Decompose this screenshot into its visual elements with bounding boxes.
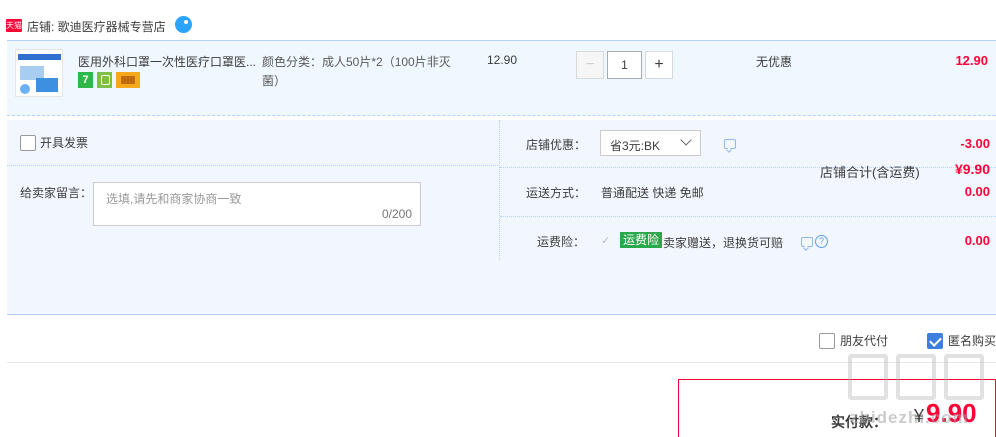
left-options: 开具发票 给卖家留言： 选填,请先和商家协商一致 0/200 [7, 120, 500, 260]
friend-pay-option[interactable]: 朋友代付 [819, 332, 888, 349]
insurance-amount: 0.00 [964, 233, 990, 248]
seller-message-input[interactable]: 选填,请先和商家协商一致 0/200 [93, 182, 421, 226]
quantity-stepper: − + [576, 51, 673, 79]
quantity-plus-button[interactable]: + [645, 51, 673, 79]
item-discount: 无优惠 [756, 55, 793, 69]
shop-discount-amount: -3.00 [960, 136, 990, 151]
invoice-checkbox[interactable] [20, 134, 36, 151]
chevron-down-icon [680, 134, 692, 146]
order-options-panel: 开具发票 给卖家留言： 选填,请先和商家协商一致 0/200 店铺优惠： 省3元… [7, 120, 996, 315]
yen-symbol: ¥ [914, 406, 925, 426]
shipping-method: 普通配送 快递 免邮 [601, 186, 704, 200]
wangwang-chat-icon[interactable] [175, 16, 192, 33]
quantity-minus-button[interactable]: − [576, 51, 604, 79]
shop-discount-row: 店铺优惠： 省3元:BK -3.00 [500, 120, 996, 168]
guarantee-icon[interactable] [97, 72, 112, 88]
shipping-row: 运送方式： 普通配送 快递 免邮 0.00 [500, 168, 996, 217]
invoice-option[interactable]: 开具发票 [20, 134, 88, 151]
insurance-tag: 运费险 [620, 232, 663, 248]
shop-discount-value: 省3元:BK [610, 139, 661, 153]
actual-pay-label: 实付款： [831, 414, 887, 430]
shop-discount-select[interactable]: 省3元:BK [600, 130, 701, 156]
insurance-label: 运费险： [537, 235, 586, 249]
footer-divider [7, 362, 996, 363]
order-item-row: 医用外科口罩一次性医疗口罩医... 7 颜色分类：成人50片*2（100片非灭菌… [7, 40, 996, 116]
friend-pay-checkbox[interactable] [819, 332, 835, 349]
insurance-row: 运费险： ✓ 运费险 卖家赠送，退换货可赔 ? 0.00 [500, 217, 996, 264]
anonymous-buy-checkbox[interactable] [927, 332, 943, 349]
quantity-input[interactable] [607, 51, 642, 79]
message-icon[interactable] [801, 237, 813, 247]
anonymous-buy-label: 匿名购买 [948, 334, 996, 348]
item-sku: 颜色分类：成人50片*2（100片非灭菌） [262, 55, 451, 88]
insurance-description: 卖家赠送，退换货可赔 [663, 236, 784, 250]
message-label: 给卖家留言： [20, 186, 93, 200]
item-thumbnail[interactable] [15, 49, 63, 97]
item-unit-price: 12.90 [487, 53, 518, 67]
shop-discount-label: 店铺优惠： [526, 138, 587, 152]
payment-summary-box: 实付款： ¥9.90 [678, 379, 996, 437]
friend-pay-label: 朋友代付 [840, 334, 889, 348]
invoice-label: 开具发票 [40, 136, 89, 150]
shipping-label: 运送方式： [526, 186, 587, 200]
item-total-price: 12.90 [955, 53, 988, 68]
item-title-link[interactable]: 医用外科口罩一次性医疗口罩医... [78, 53, 258, 70]
shop-subtotal-label: 店铺合计(含运费) [820, 165, 920, 180]
credit-card-icon[interactable] [116, 72, 140, 88]
shop-header: 天猫 店铺: 歌迪医疗器械专营店 [0, 0, 996, 40]
actual-pay-amount: ¥9.90 [914, 398, 977, 429]
message-placeholder: 选填,请先和商家协商一致 [106, 192, 242, 206]
actual-pay-value: 9.90 [926, 398, 977, 428]
anonymous-buy-option[interactable]: 匿名购买 [927, 332, 996, 349]
shipping-amount: 0.00 [964, 184, 990, 199]
question-icon[interactable]: ? [815, 235, 828, 248]
check-icon: ✓ [601, 235, 611, 247]
message-char-count: 0/200 [381, 207, 412, 221]
message-icon[interactable] [724, 139, 736, 149]
shop-name-link[interactable]: 店铺: 歌迪医疗器械专营店 [27, 18, 166, 35]
seven-day-return-icon[interactable]: 7 [78, 72, 93, 88]
tmall-badge-icon: 天猫 [6, 19, 22, 32]
shop-subtotal-amount: ¥9.90 [954, 161, 990, 177]
